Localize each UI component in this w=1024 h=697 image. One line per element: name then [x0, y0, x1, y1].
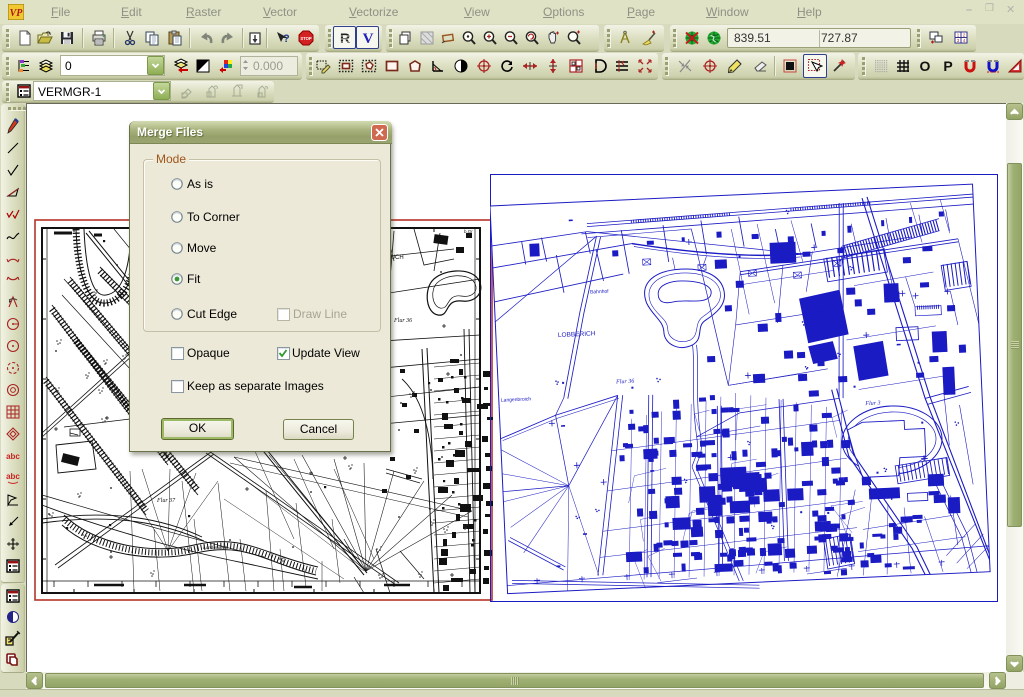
- svg-text:STOP: STOP: [300, 36, 312, 41]
- svg-text:Landgraben: Landgraben: [202, 546, 228, 551]
- svg-text:Flur 37: Flur 37: [156, 498, 176, 504]
- svg-text:O: O: [920, 58, 931, 74]
- svg-text:R: R: [339, 30, 349, 46]
- svg-text:Bahnhof: Bahnhof: [590, 289, 609, 296]
- svg-text:abc: abc: [6, 452, 20, 461]
- svg-text:VP: VP: [10, 8, 24, 19]
- svg-text:Flur 3: Flur 3: [864, 400, 880, 407]
- svg-text:b.Gr: b.Gr: [464, 229, 473, 234]
- svg-text:P: P: [943, 58, 952, 74]
- svg-text:Flur 36: Flur 36: [393, 318, 412, 324]
- svg-text:Flur 36: Flur 36: [615, 379, 634, 386]
- svg-text:V: V: [362, 31, 373, 46]
- svg-text:abc: abc: [6, 472, 20, 481]
- svg-text:?: ?: [283, 33, 290, 45]
